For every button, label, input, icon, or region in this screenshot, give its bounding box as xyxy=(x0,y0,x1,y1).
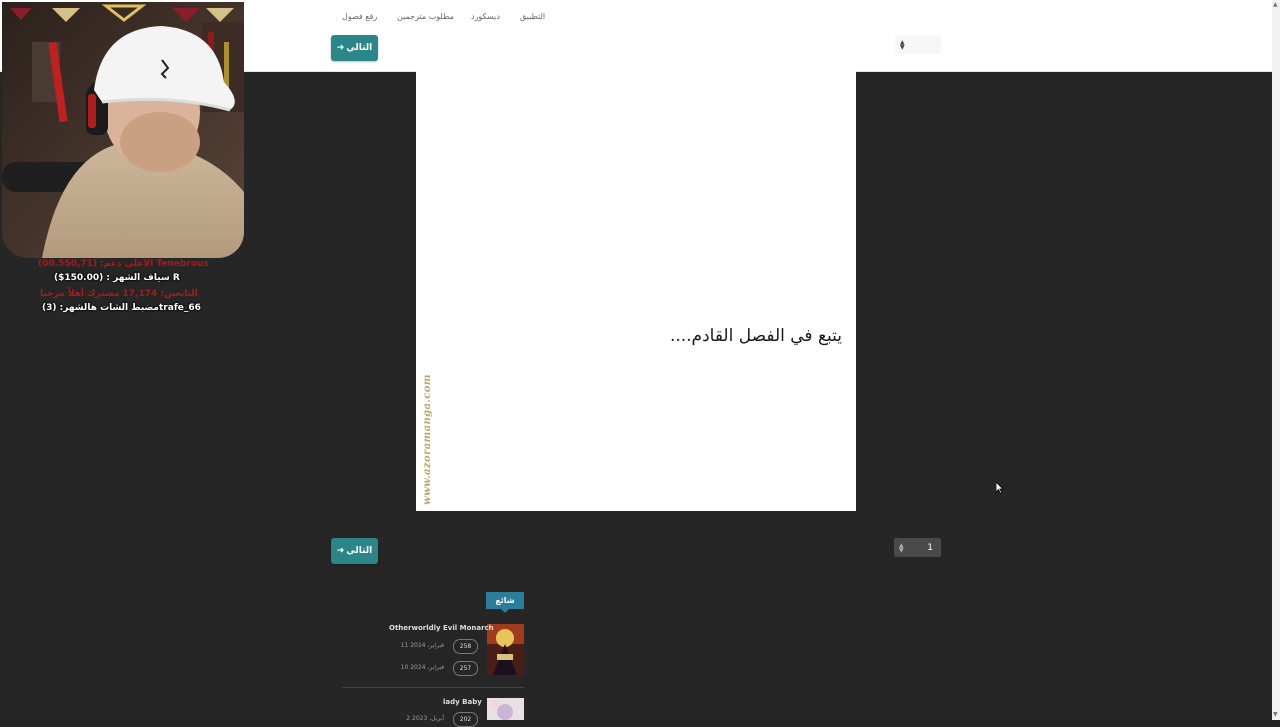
site-watermark: www.azoramanga.com xyxy=(418,371,436,507)
stream-monthly-donor: سياف الشهر : (150.00$) R xyxy=(54,273,180,283)
next-chapter-button-bottom[interactable]: ➜ التالي xyxy=(331,538,378,564)
chapter-number[interactable]: 257 xyxy=(453,661,478,676)
chapter-date: 10 فبراير، 2024 xyxy=(400,664,444,671)
arrow-right-icon: ➜ xyxy=(336,42,345,53)
nav-upload-chapters[interactable]: رفع فصول xyxy=(342,12,377,21)
page-select-top[interactable]: ▲ ▼ 1 xyxy=(895,35,941,54)
chapter-date: 11 فبراير، 2024 xyxy=(400,642,444,649)
page-select-bottom[interactable]: ▲ ▼ 1 xyxy=(894,538,941,557)
chapter-row[interactable]: 2 أبريل، 2023 202 xyxy=(400,712,478,727)
chapter-date: 2 أبريل، 2023 xyxy=(406,715,444,722)
nav-discord[interactable]: ديسكورد xyxy=(471,12,500,21)
chapter-row[interactable]: 11 فبراير، 2024 258 xyxy=(400,639,478,654)
sort-arrows-icon: ▲ ▼ xyxy=(899,541,904,554)
comic-page-image: يتبع في الفصل القادم.... www.azoramanga.… xyxy=(416,71,856,511)
trending-badge: شائع xyxy=(486,592,524,613)
chapter-number[interactable]: 258 xyxy=(453,639,478,654)
next-label: التالي xyxy=(346,546,373,556)
next-label: التالي xyxy=(346,43,373,53)
page-select-value: 1 xyxy=(927,39,933,50)
manga-cover-thumbnail[interactable] xyxy=(487,698,524,720)
trending-manga-title[interactable]: Otherworldly Evil Monarch xyxy=(389,624,494,632)
watermark-text: www.azoramanga.com xyxy=(421,373,433,505)
nav-app[interactable]: التطبيق xyxy=(520,12,545,21)
trending-manga-title[interactable]: lady Baby xyxy=(443,698,482,706)
chapter-row[interactable]: 10 فبراير، 2024 257 xyxy=(400,661,478,676)
page-select-value: 1 xyxy=(927,542,933,553)
comic-caption: يتبع في الفصل القادم.... xyxy=(669,326,842,346)
trending-divider xyxy=(342,687,524,688)
mouse-cursor-icon xyxy=(996,482,1004,494)
stream-followers: التابعين: 17,174 مشترك أهلاً مرحبا xyxy=(40,289,198,299)
webcam-feed-image xyxy=(2,2,244,258)
arrow-right-icon: ➜ xyxy=(336,545,345,556)
page-scrollbar[interactable]: ▲ ▼ xyxy=(1272,0,1280,720)
next-chapter-button-top[interactable]: ➜ التالي xyxy=(331,35,378,61)
sort-arrows-icon: ▲ ▼ xyxy=(900,38,905,51)
scroll-down-icon[interactable]: ▼ xyxy=(1273,712,1278,718)
nav-translators-wanted[interactable]: مطلوب مترجمين xyxy=(397,12,454,21)
stream-top-donor: الأعلى دعم: (00.550,71) Tenebrous xyxy=(38,259,209,269)
webcam-overlay xyxy=(2,2,244,258)
manga-cover-image xyxy=(487,698,524,720)
stream-chat-top: مضبط الشات هالشهر: (3)trafe_66 xyxy=(42,303,201,313)
scroll-up-icon[interactable]: ▲ xyxy=(1273,2,1278,8)
